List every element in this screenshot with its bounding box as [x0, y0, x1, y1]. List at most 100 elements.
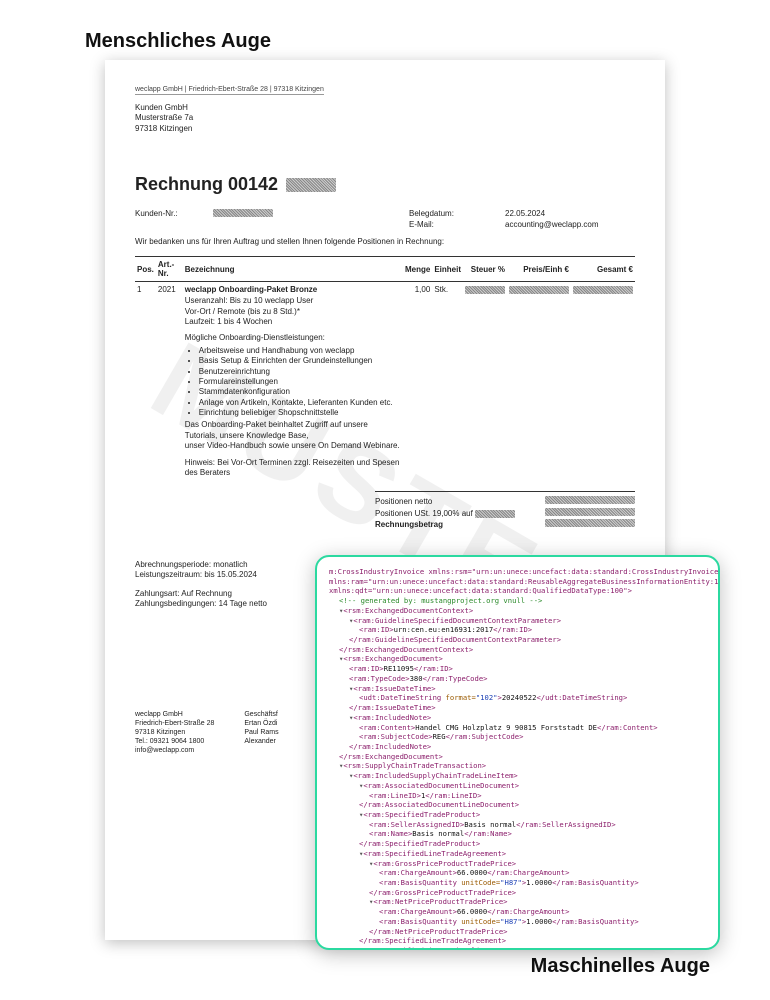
xml-el: <rsm:ExchangedDocumentContext>	[343, 606, 473, 615]
desc-line: Das Onboarding-Paket beinhaltet Zugriff …	[185, 420, 401, 441]
totals-sum-label: Rechnungsbetrag	[375, 519, 443, 530]
desc-line: Hinweis: Bei Vor-Ort Terminen zzgl. Reis…	[185, 458, 401, 479]
docdate-value: 22.05.2024	[505, 209, 635, 218]
col-gesamt: Gesamt €	[571, 257, 635, 282]
xml-val: urn:cen.eu:en16931:2017	[394, 625, 494, 634]
xml-el: </rsm:ExchangedDocumentContext>	[339, 645, 473, 654]
xml-ns: mlns:ram="urn:un:unece:uncefact:data:sta…	[329, 577, 720, 586]
xml-val: RE11095	[384, 664, 414, 673]
xml-attr-val: H87	[505, 878, 518, 887]
table-row: 1 2021 weclapp Onboarding-Paket Bronze U…	[135, 282, 635, 482]
bullet-item: Anlage von Artikeln, Kontakte, Lieferant…	[199, 398, 401, 408]
redacted-sum	[545, 519, 635, 527]
desc-line: Vor-Ort / Remote (bis zu 8 Std.)*	[185, 307, 401, 317]
xml-el: </ram:GuidelineSpecifiedDocumentContextP…	[349, 635, 561, 644]
xml-val: 1.0000	[526, 878, 552, 887]
cell-artnr: 2021	[156, 282, 183, 482]
cell-pos: 1	[135, 282, 156, 482]
cell-description: weclapp Onboarding-Paket Bronze Useranza…	[183, 282, 403, 482]
xml-val: 380	[410, 674, 423, 683]
col-steuer: Steuer %	[463, 257, 507, 282]
xml-el: <ram:AssociatedDocumentLineDocument>	[363, 781, 519, 790]
recipient-street: Musterstraße 7a	[135, 113, 635, 123]
redacted-block	[286, 178, 336, 192]
desc-line: Mögliche Onboarding-Dienstleistungen:	[185, 333, 401, 343]
bullet-item: Einrichtung beliebiger Shopschnittstelle	[199, 408, 401, 418]
xml-el: </ram:AssociatedDocumentLineDocument>	[359, 800, 519, 809]
xml-val: Basis normal	[464, 820, 516, 829]
redacted-price	[509, 286, 569, 294]
totals-vat-label: Positionen USt. 19,00% auf	[375, 509, 473, 518]
invoice-title: Rechnung 00142	[135, 174, 635, 195]
xml-el: <rsm:ExchangedDocument>	[343, 654, 443, 663]
xml-ns: xmlns:qdt="urn:un:unece:uncefact:data:st…	[329, 586, 632, 595]
xml-panel: m:CrossIndustryInvoice xmlns:rsm="urn:un…	[315, 555, 720, 950]
xml-el: <ram:GuidelineSpecifiedDocumentContextPa…	[353, 616, 561, 625]
xml-el: </ram:GrossPriceProductTradePrice>	[369, 888, 516, 897]
intro-text: Wir bedanken uns für Ihren Auftrag und s…	[135, 237, 635, 246]
redacted-total	[573, 286, 633, 294]
xml-el: </ram:NetPriceProductTradePrice>	[369, 927, 507, 936]
col-einheit: Einheit	[432, 257, 463, 282]
xml-el: <ram:IssueDateTime>	[353, 684, 435, 693]
xml-attr-val: H87	[505, 917, 518, 926]
desc-line: Useranzahl: Bis zu 10 weclapp User	[185, 296, 401, 306]
manager: Ertan Özdi	[244, 719, 278, 728]
col-bez: Bezeichnung	[183, 257, 403, 282]
xml-el: <ram:SpecifiedLineTradeDelivery>	[363, 946, 501, 950]
xml-val: 1.0000	[526, 917, 552, 926]
company-street: Friedrich-Ebert-Straße 28	[135, 719, 214, 728]
email-label: E-Mail:	[409, 220, 481, 229]
xml-val: 66.0000	[457, 907, 487, 916]
redacted-vat-base	[475, 510, 515, 518]
col-preis: Preis/Einh €	[507, 257, 571, 282]
xml-el: <rsm:SupplyChainTradeTransaction>	[343, 761, 486, 770]
redacted-sum	[545, 496, 635, 504]
bullet-item: Arbeitsweise und Handhabung von weclapp	[199, 346, 401, 356]
xml-val: 66.0000	[457, 868, 487, 877]
sender-address: weclapp GmbH | Friedrich-Ebert-Straße 28…	[135, 86, 324, 95]
xml-el: <ram:IncludedSupplyChainTradeLineItem>	[353, 771, 517, 780]
xml-el: </ram:SpecifiedTradeProduct>	[359, 839, 480, 848]
manager: Paul Rams	[244, 728, 278, 737]
xml-el: <ram:GrossPriceProductTradePrice>	[373, 859, 516, 868]
xml-el: </rsm:ExchangedDocument>	[339, 752, 443, 761]
table-header-row: Pos. Art.-Nr. Bezeichnung Menge Einheit …	[135, 257, 635, 282]
desc-line: Laufzeit: 1 bis 4 Wochen	[185, 317, 401, 327]
xml-val: REG	[433, 732, 446, 741]
mgmt-label: Geschäftsf	[244, 710, 278, 719]
label-human-eye: Menschliches Auge	[85, 30, 271, 53]
label-machine-eye: Maschinelles Auge	[531, 955, 710, 978]
cell-unit: Stk.	[432, 282, 463, 482]
xml-attr-val: 102	[480, 693, 493, 702]
xml-val: Basis normal	[412, 829, 464, 838]
email-value: accounting@weclapp.com	[505, 220, 635, 229]
xml-val: 20240522	[502, 693, 537, 702]
docdate-label: Belegdatum:	[409, 209, 481, 218]
col-menge: Menge	[403, 257, 432, 282]
totals-block: Positionen netto Positionen USt. 19,00% …	[375, 491, 635, 530]
xml-el: </ram:SpecifiedLineTradeAgreement>	[359, 936, 506, 945]
xml-comment: <!-- generated by: mustangproject.org vn…	[339, 596, 542, 605]
xml-el: <ram:NetPriceProductTradePrice>	[373, 897, 507, 906]
line-items-table: Pos. Art.-Nr. Bezeichnung Menge Einheit …	[135, 256, 635, 481]
recipient-name: Kunden GmbH	[135, 103, 635, 113]
product-name: weclapp Onboarding-Paket Bronze	[185, 285, 401, 294]
xml-val: Handel CMG Holzplatz 9 90815 Forststadt …	[415, 723, 597, 732]
bullet-item: Stammdatenkonfiguration	[199, 387, 401, 397]
company-city: 97318 Kitzingen	[135, 728, 214, 737]
redacted-customer	[213, 209, 273, 217]
col-pos: Pos.	[135, 257, 156, 282]
xml-el: <ram:IncludedNote>	[353, 713, 431, 722]
company-tel: Tel.: 09321 9064 1800	[135, 737, 214, 746]
xml-el: <ram:SpecifiedLineTradeAgreement>	[363, 849, 506, 858]
customer-label: Kunden-Nr.:	[135, 209, 207, 218]
bullet-item: Benutzereinrichtung	[199, 367, 401, 377]
company-mail: info@weclapp.com	[135, 746, 214, 755]
manager: Alexander	[244, 737, 278, 746]
xml-el: <ram:SpecifiedTradeProduct>	[363, 810, 480, 819]
xml-el: </ram:IssueDateTime>	[349, 703, 436, 712]
totals-net-label: Positionen netto	[375, 496, 432, 507]
company-name: weclapp GmbH	[135, 710, 214, 719]
xml-el: </ram:IncludedNote>	[349, 742, 431, 751]
